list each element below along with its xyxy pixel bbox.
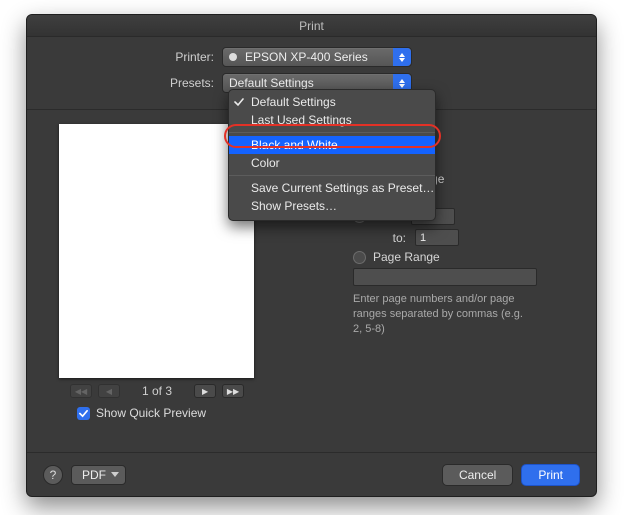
check-icon <box>234 93 244 111</box>
prev-page-button[interactable]: ◀ <box>98 384 120 398</box>
page-preview <box>59 124 254 378</box>
radio-range[interactable] <box>353 251 366 264</box>
check-icon <box>79 409 88 418</box>
printer-value: EPSON XP-400 Series <box>245 50 368 64</box>
pages-to-row: to: <box>353 229 576 246</box>
page-range-field[interactable] <box>353 268 537 286</box>
page-indicator: 1 of 3 <box>142 384 172 398</box>
cancel-button[interactable]: Cancel <box>442 464 513 486</box>
menu-item-last-used[interactable]: Last Used Settings <box>229 111 435 129</box>
show-quick-preview-checkbox[interactable] <box>77 407 90 420</box>
menu-item-save-preset[interactable]: Save Current Settings as Preset… <box>229 179 435 197</box>
presets-menu[interactable]: Default Settings Last Used Settings Blac… <box>228 89 436 221</box>
next-page-button[interactable]: ▶ <box>194 384 216 398</box>
first-page-button[interactable]: ◀◀ <box>70 384 92 398</box>
printer-popup[interactable]: EPSON XP-400 Series <box>222 47 412 67</box>
printer-label: Printer: <box>47 50 222 64</box>
page-range-hint: Enter page numbers and/or page ranges se… <box>353 292 533 337</box>
to-label: to: <box>353 231 408 245</box>
pages-range-row[interactable]: Page Range <box>353 250 576 264</box>
menu-item-black-and-white[interactable]: Black and White <box>229 136 435 154</box>
menu-separator <box>229 132 435 133</box>
preview-nav: ◀◀ ◀ 1 of 3 ▶ ▶▶ <box>47 384 267 398</box>
print-button[interactable]: Print <box>521 464 580 486</box>
radio-range-label: Page Range <box>373 250 440 264</box>
menu-item-color[interactable]: Color <box>229 154 435 172</box>
menu-separator <box>229 175 435 176</box>
pdf-menu-button[interactable]: PDF <box>71 465 126 485</box>
help-button[interactable]: ? <box>43 465 63 485</box>
presets-value: Default Settings <box>229 76 314 90</box>
dialog-footer: ? PDF Cancel Print <box>27 452 596 496</box>
presets-label: Presets: <box>47 76 222 90</box>
last-page-button[interactable]: ▶▶ <box>222 384 244 398</box>
print-dialog: Print Printer: EPSON XP-400 Series Prese… <box>26 14 597 497</box>
menu-item-show-presets[interactable]: Show Presets… <box>229 197 435 215</box>
chevron-down-icon <box>111 472 119 477</box>
show-quick-preview-label: Show Quick Preview <box>96 406 206 420</box>
printer-status-icon <box>229 53 237 61</box>
updown-icon <box>393 48 411 66</box>
window-title: Print <box>27 15 596 37</box>
menu-item-default-settings[interactable]: Default Settings <box>229 93 435 111</box>
to-field[interactable] <box>415 229 459 246</box>
pdf-label: PDF <box>82 468 106 482</box>
